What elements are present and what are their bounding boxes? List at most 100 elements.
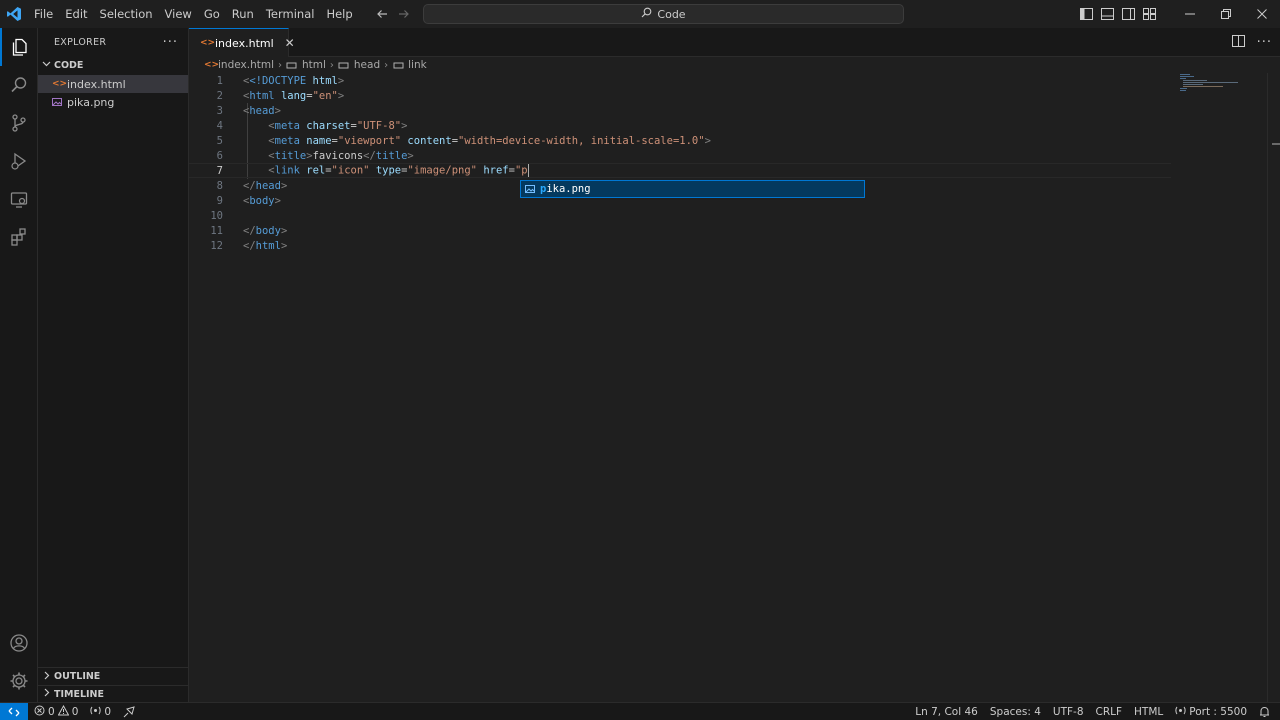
line-ending[interactable]: CRLF — [1096, 706, 1123, 718]
code-line: 6 <title>favicons</title> — [189, 148, 1171, 163]
outline-label: OUTLINE — [54, 671, 101, 682]
code-line: 4 <meta charset="UTF-8"> — [189, 118, 1171, 133]
breadcrumb-file[interactable]: index.html — [218, 59, 274, 71]
code-line: 1 <<!DOCTYPE html> — [189, 73, 1171, 88]
symbol-element-icon — [392, 59, 404, 71]
suggestion-item-pika-png[interactable]: pika.png — [520, 180, 865, 198]
settings-gear-icon[interactable] — [0, 662, 38, 700]
toggle-secondary-sidebar-icon[interactable] — [1118, 0, 1139, 28]
chevron-right-icon: › — [384, 59, 389, 71]
sidebar-title: EXPLORER — [54, 37, 107, 48]
chevron-down-icon — [42, 59, 51, 71]
back-arrow-icon[interactable] — [374, 6, 390, 22]
warning-count: 0 — [71, 705, 79, 718]
breadcrumb-link[interactable]: link — [408, 59, 427, 71]
line-number: 11 — [210, 224, 223, 237]
language-mode[interactable]: HTML — [1134, 706, 1163, 718]
more-actions-icon[interactable]: ··· — [1257, 35, 1272, 50]
line-number: 4 — [216, 119, 223, 132]
ports-indicator[interactable]: 0 — [90, 705, 111, 719]
command-center-label: Code — [657, 7, 686, 21]
line-number: 2 — [216, 89, 223, 102]
image-file-icon — [525, 184, 535, 194]
menu-terminal[interactable]: Terminal — [260, 0, 321, 28]
toggle-panel-icon[interactable] — [1097, 0, 1118, 28]
vscode-logo-icon — [0, 0, 28, 28]
more-actions-icon[interactable]: ··· — [163, 35, 178, 50]
vertical-scrollbar[interactable] — [1267, 73, 1280, 702]
extensions-icon[interactable] — [0, 218, 38, 256]
menu-file[interactable]: File — [28, 0, 59, 28]
run-debug-icon[interactable] — [0, 142, 38, 180]
menu-go[interactable]: Go — [198, 0, 226, 28]
error-icon — [34, 705, 45, 719]
folder-section-code[interactable]: CODE — [38, 57, 188, 73]
remote-explorer-icon[interactable] — [0, 180, 38, 218]
indentation[interactable]: Spaces: 4 — [990, 706, 1041, 718]
code-line: 10 — [189, 208, 1171, 223]
outline-section[interactable]: OUTLINE — [38, 668, 189, 685]
explorer-icon[interactable] — [0, 28, 38, 66]
symbol-element-icon — [338, 59, 350, 71]
image-file-icon — [52, 97, 62, 107]
minimap[interactable] — [1180, 73, 1240, 113]
minimize-icon[interactable] — [1172, 0, 1208, 28]
split-editor-icon[interactable] — [1231, 35, 1245, 50]
sidebar-header: EXPLORER ··· — [38, 28, 188, 57]
timeline-label: TIMELINE — [54, 688, 104, 700]
close-window-icon[interactable] — [1244, 0, 1280, 28]
search-icon — [641, 7, 652, 21]
html-file-icon: <> — [52, 79, 68, 89]
customize-layout-icon[interactable] — [1139, 0, 1160, 28]
ports-count: 0 — [104, 705, 112, 718]
line-number: 7 — [216, 164, 223, 177]
chevron-right-icon — [42, 671, 51, 683]
file-item-pika-png[interactable]: pika.png — [38, 93, 188, 111]
error-count: 0 — [48, 705, 55, 718]
menu-edit[interactable]: Edit — [59, 0, 93, 28]
symbol-element-icon — [286, 59, 298, 71]
live-server-port[interactable]: Port : 5500 — [1175, 705, 1247, 719]
breadcrumb-head[interactable]: head — [354, 59, 380, 71]
command-center-search[interactable]: Code — [423, 4, 904, 24]
line-number: 3 — [216, 104, 223, 117]
menu-help[interactable]: Help — [320, 0, 358, 28]
file-item-index-html[interactable]: <> index.html — [38, 75, 188, 93]
menu-view[interactable]: View — [159, 0, 198, 28]
code-line: 2 <html lang="en"> — [189, 88, 1171, 103]
live-share-icon[interactable] — [123, 705, 135, 718]
menu-run[interactable]: Run — [226, 0, 260, 28]
code-editor[interactable]: 1 <<!DOCTYPE html> 2 <html lang="en"> 3 … — [189, 73, 1280, 702]
menu-selection[interactable]: Selection — [94, 0, 159, 28]
restore-icon[interactable] — [1208, 0, 1244, 28]
chevron-right-icon: › — [277, 59, 282, 71]
notifications-bell-icon[interactable] — [1259, 706, 1270, 718]
title-bar: File Edit Selection View Go Run Terminal… — [0, 0, 1280, 28]
encoding[interactable]: UTF-8 — [1053, 706, 1084, 718]
line-number: 12 — [210, 239, 223, 252]
timeline-section[interactable]: TIMELINE — [38, 685, 189, 702]
close-icon[interactable]: ✕ — [285, 36, 295, 50]
line-number: 9 — [216, 194, 223, 207]
line-number: 5 — [216, 134, 223, 147]
tab-index-html[interactable]: <> index.html ✕ — [189, 28, 295, 57]
code-line-current: 7 <link rel="icon" type="image/png" href… — [189, 163, 1171, 178]
remote-indicator-icon[interactable] — [0, 702, 28, 720]
suggestion-label: pika.png — [540, 183, 591, 195]
problems-indicator[interactable]: 0 0 — [34, 704, 79, 719]
activity-bar — [0, 28, 38, 702]
cursor-position[interactable]: Ln 7, Col 46 — [915, 706, 978, 718]
accounts-icon[interactable] — [0, 624, 38, 662]
port-label: Port : 5500 — [1189, 706, 1247, 718]
code-line: 3 <head> — [189, 103, 1171, 118]
breadcrumb-html[interactable]: html — [302, 59, 326, 71]
broadcast-icon — [90, 705, 101, 719]
search-icon[interactable] — [0, 66, 38, 104]
editor-tab-bar: <> index.html ✕ ··· — [189, 28, 1280, 57]
forward-arrow-icon[interactable] — [396, 6, 412, 22]
toggle-primary-sidebar-icon[interactable] — [1076, 0, 1097, 28]
html-file-icon: <> — [200, 38, 216, 48]
source-control-icon[interactable] — [0, 104, 38, 142]
code-line: 12 </html> — [189, 238, 1171, 253]
html-file-icon: <> — [204, 60, 220, 70]
